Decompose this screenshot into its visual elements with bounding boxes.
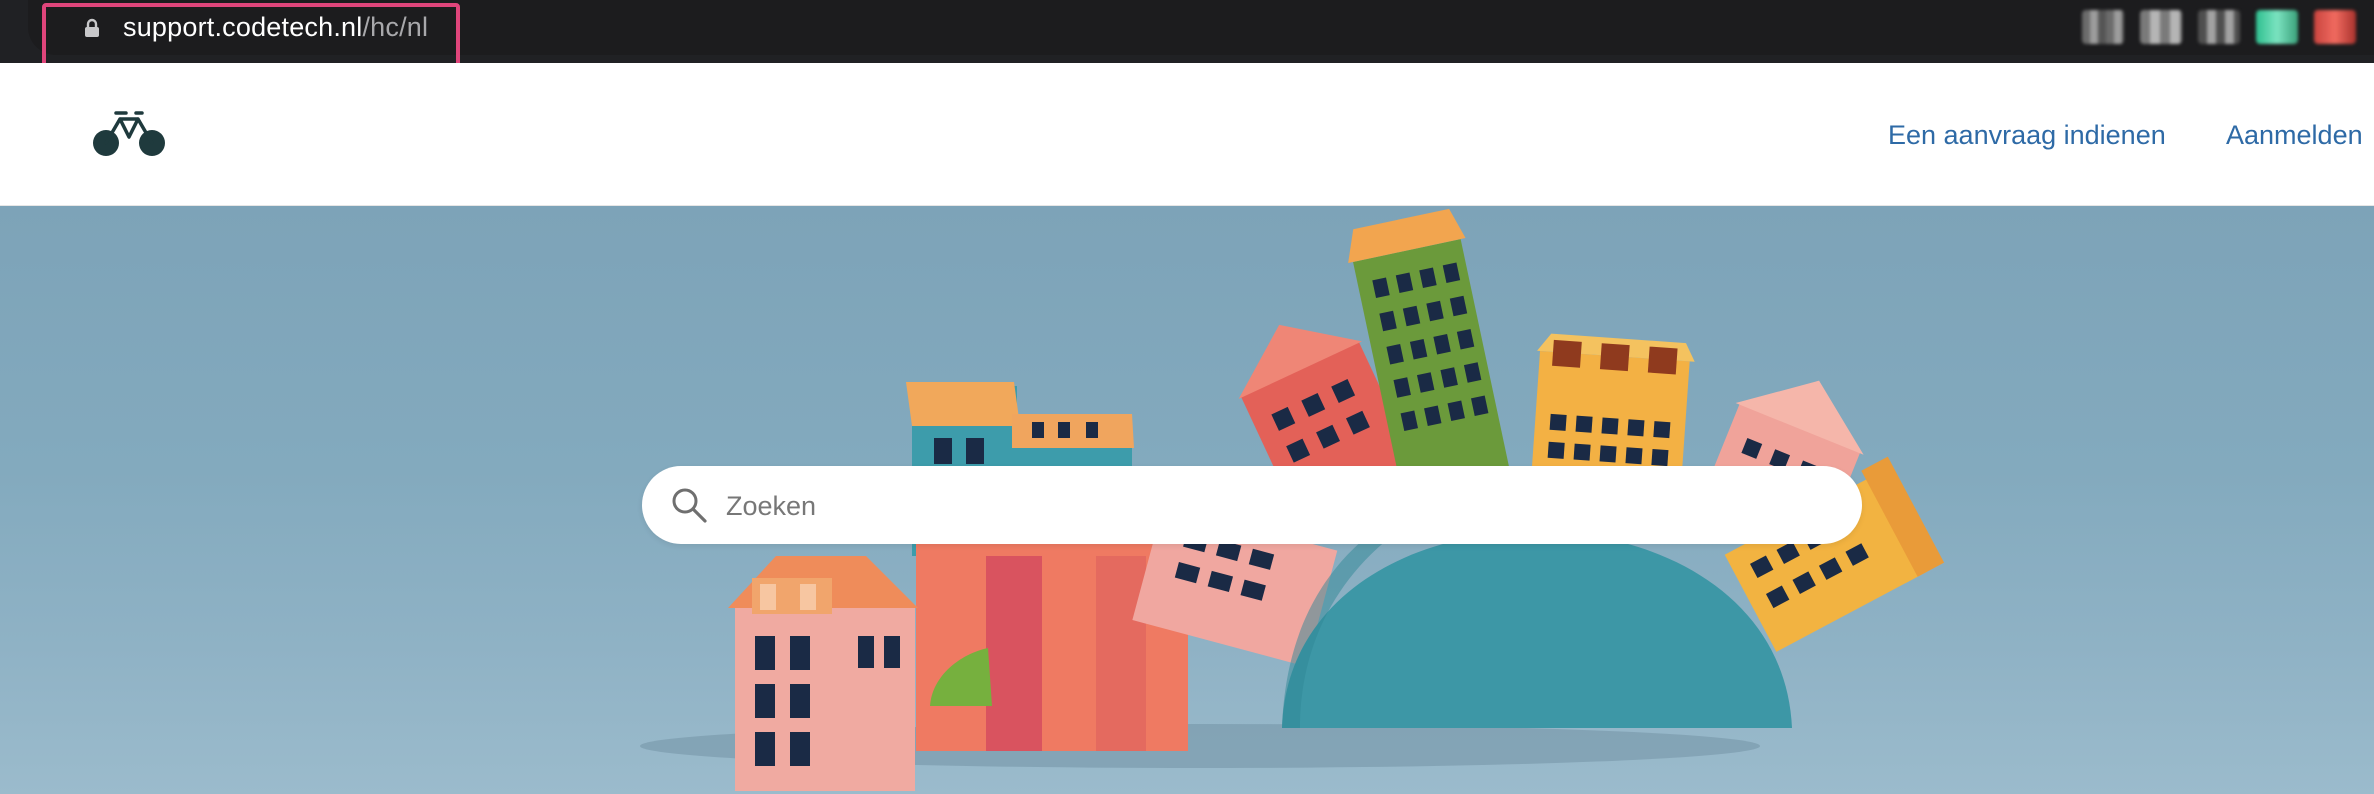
site-header: Een aanvraag indienen Aanmelden [0,63,2374,206]
hero-banner [0,206,2374,794]
extension-icon[interactable] [2082,10,2124,44]
extension-icon[interactable] [2256,10,2298,44]
sign-in-link[interactable]: Aanmelden [2226,120,2363,151]
search-input[interactable] [724,480,1828,532]
browser-chrome: support.codetech.nl/hc/nl [0,0,2374,68]
extension-icon[interactable] [2314,10,2356,44]
extension-icon[interactable] [2198,10,2240,44]
extension-toolbar [2082,10,2356,44]
bicycle-logo-icon[interactable] [92,107,166,159]
url-highlight-box [42,3,460,68]
submit-request-link[interactable]: Een aanvraag indienen [1888,120,2166,151]
extension-icon[interactable] [2140,10,2182,44]
search-icon[interactable] [670,486,708,524]
search-bar[interactable] [642,466,1862,544]
